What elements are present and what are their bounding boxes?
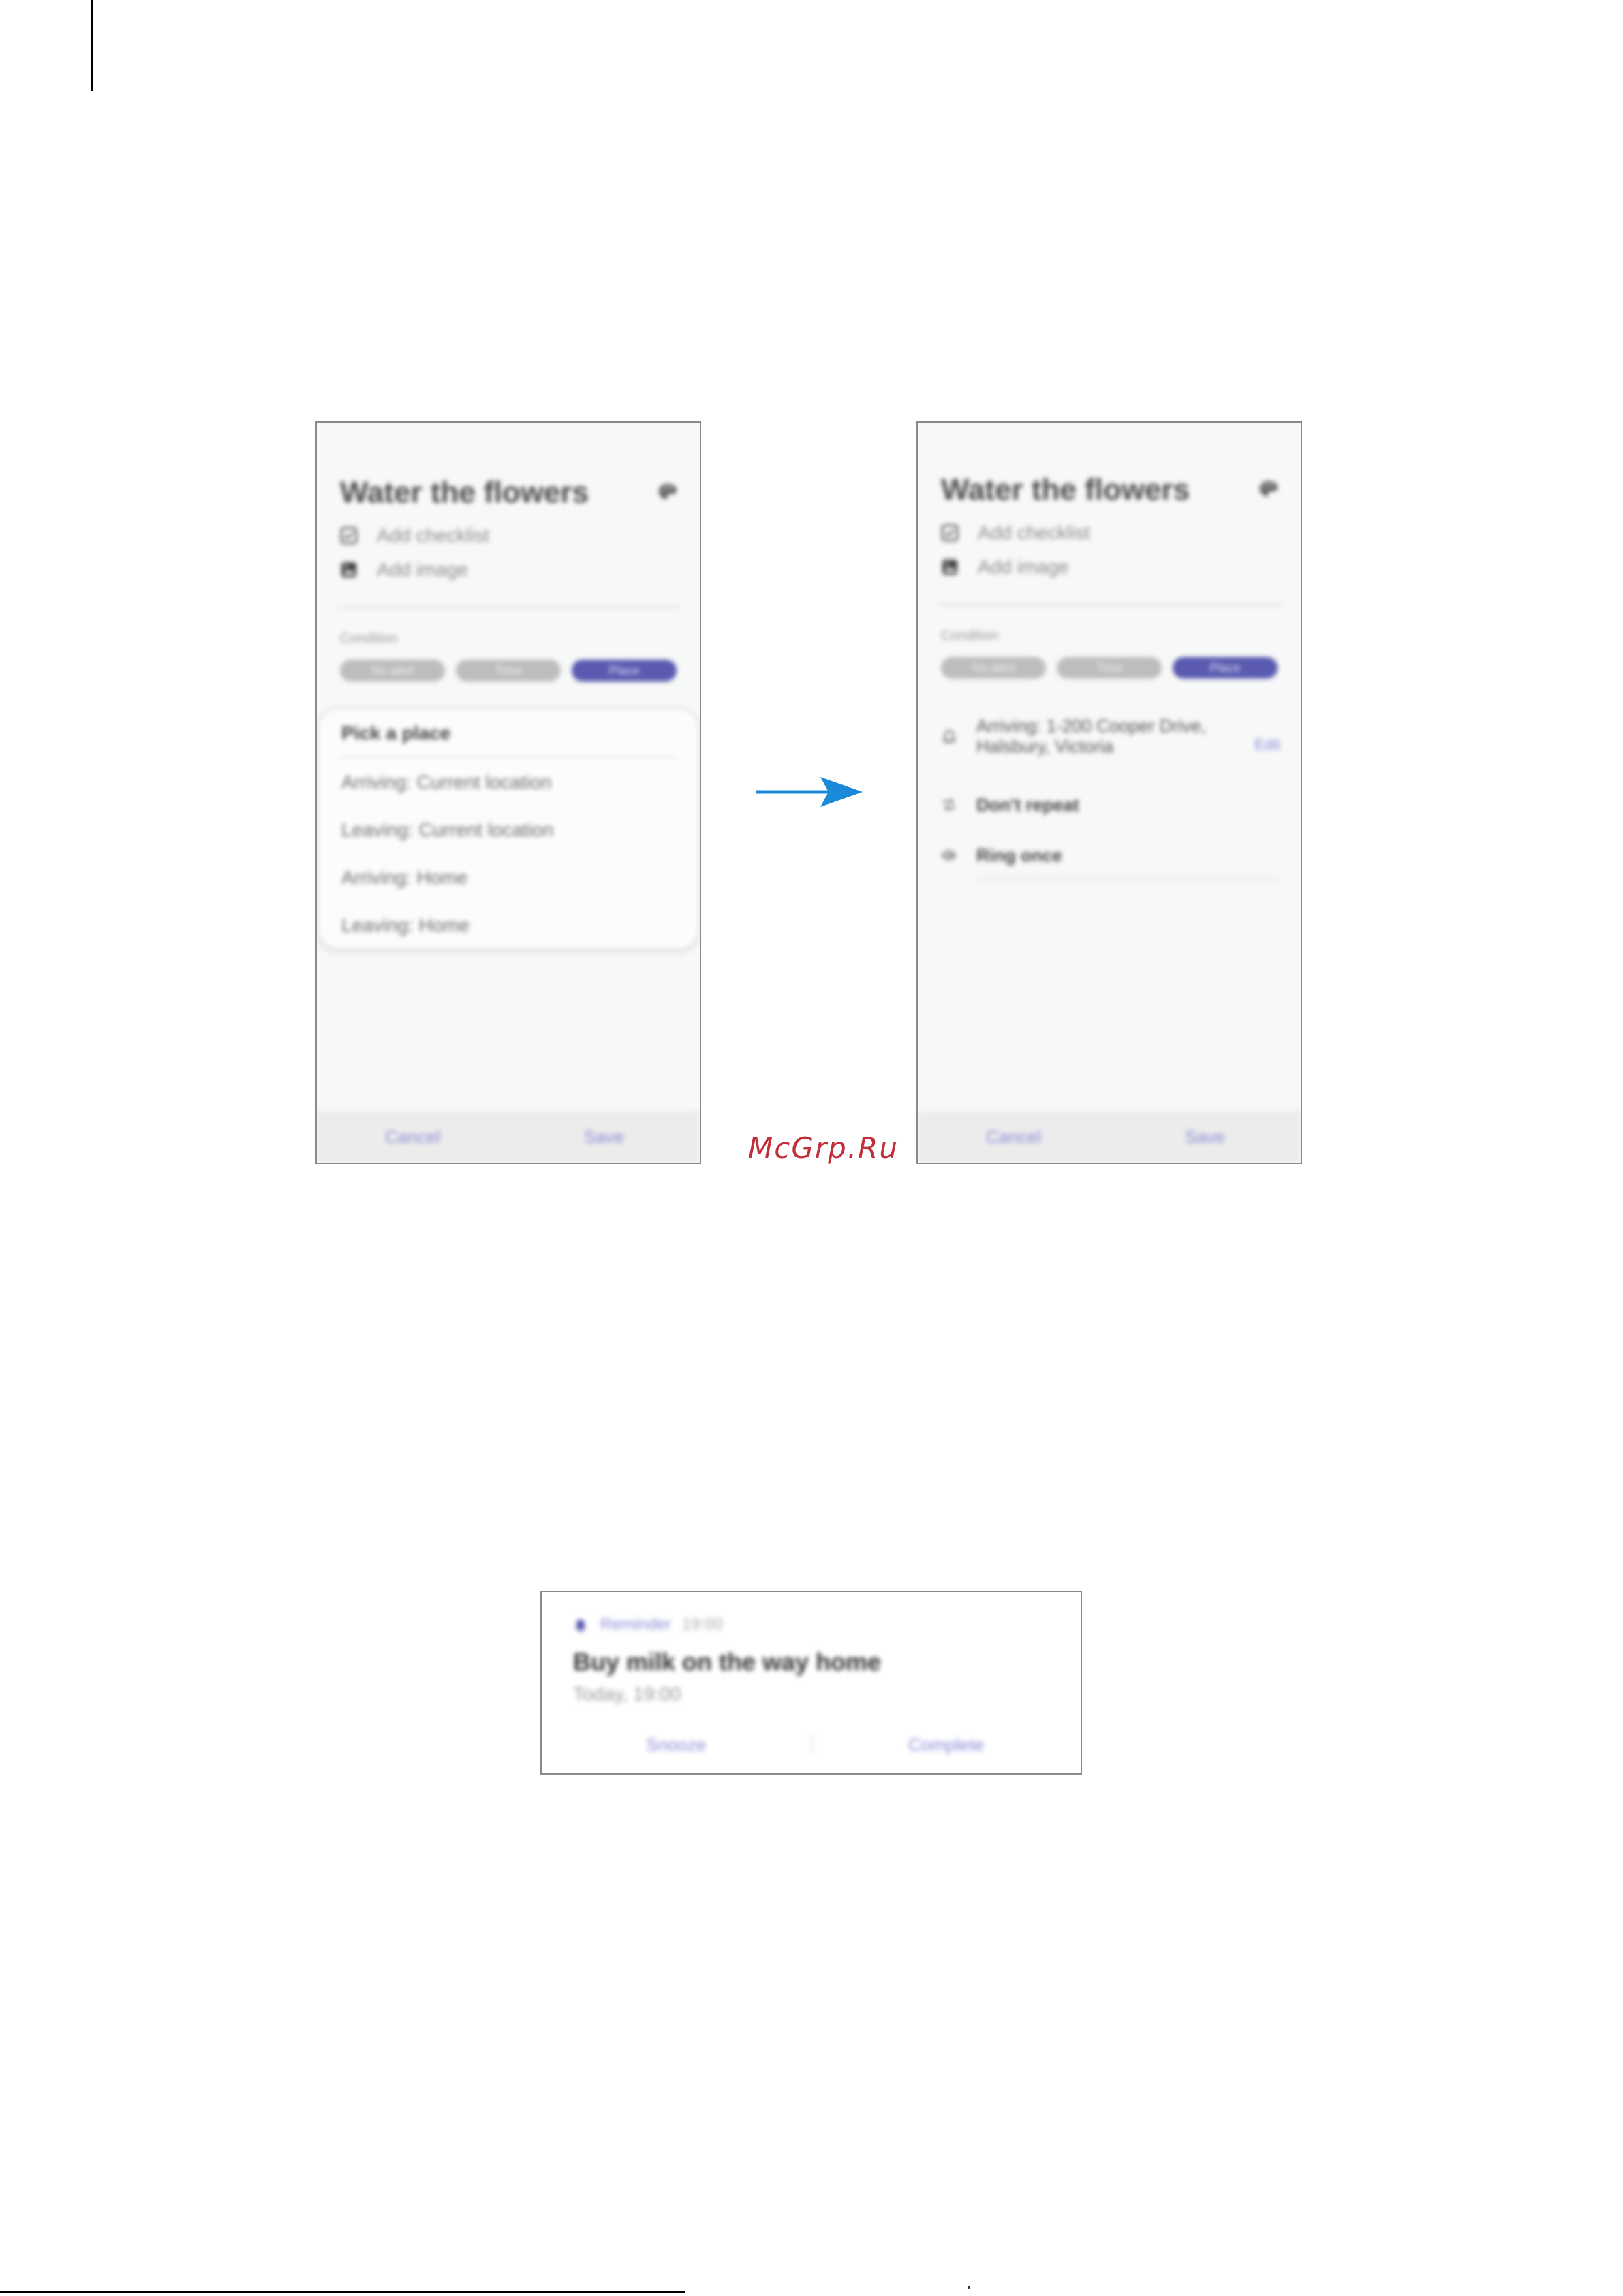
cancel-button[interactable]: Cancel — [918, 1111, 1109, 1163]
add-checklist-option[interactable]: Add checklist — [941, 519, 1090, 547]
condition-label: Condition — [941, 628, 999, 643]
edit-location-link[interactable]: Edit — [1254, 736, 1280, 754]
sound-row[interactable]: Ring once — [941, 845, 1280, 866]
condition-no-alert[interactable]: No alert — [941, 657, 1046, 679]
detail-divider — [975, 878, 1280, 879]
dotted-divider — [938, 604, 1280, 606]
repeat-row[interactable]: Don't repeat — [941, 795, 1280, 815]
notification-title: Buy milk on the way home — [573, 1648, 882, 1676]
reminder-notification[interactable]: Reminder 19:00 Buy milk on the way home … — [540, 1591, 1082, 1775]
image-icon — [942, 560, 957, 575]
notification-time: 19:00 — [682, 1615, 724, 1634]
speaker-icon — [942, 848, 955, 862]
add-image-label: Add image — [978, 556, 1069, 577]
page-margin-rule — [91, 0, 93, 91]
add-image-option[interactable]: Add image — [941, 553, 1069, 581]
condition-time[interactable]: Time — [456, 660, 561, 682]
notification-actions: Snooze Complete — [542, 1731, 1081, 1758]
condition-place[interactable]: Place — [572, 660, 677, 682]
add-image-label: Add image — [377, 559, 468, 580]
notification-app-name: Reminder — [600, 1615, 672, 1634]
page-bottom-rule — [0, 2291, 685, 2293]
checkbox-icon — [941, 524, 959, 542]
image-icon — [341, 562, 356, 577]
right-phone-screen: Water the flowers Add checklist Add imag… — [916, 421, 1302, 1164]
location-row[interactable]: Arriving: 1-200 Cooper Drive, Halsbury, … — [941, 716, 1226, 756]
reminder-title[interactable]: Water the flowers — [340, 476, 589, 510]
dotted-divider — [337, 607, 679, 609]
dropdown-divider — [339, 756, 678, 758]
condition-selector: No alert Time Place — [941, 657, 1278, 680]
left-footer-bar: Cancel Save — [317, 1111, 700, 1163]
right-footer-bar: Cancel Save — [918, 1111, 1301, 1163]
palette-icon[interactable] — [1258, 480, 1279, 498]
transition-arrow-icon — [756, 777, 863, 807]
save-button[interactable]: Save — [1109, 1111, 1301, 1163]
cancel-button[interactable]: Cancel — [317, 1111, 508, 1163]
add-checklist-option[interactable]: Add checklist — [340, 522, 489, 549]
add-image-option[interactable]: Add image — [340, 556, 468, 583]
location-text: Arriving: 1-200 Cooper Drive, Halsbury, … — [976, 716, 1206, 756]
condition-label: Condition — [340, 631, 398, 646]
place-dropdown: Pick a place Arriving: Current location … — [317, 707, 700, 950]
dropdown-item-leaving-home[interactable]: Leaving: Home — [341, 915, 469, 936]
watermark-text: McGrp.Ru — [748, 1131, 899, 1165]
dropdown-item-arriving-current[interactable]: Arriving: Current location — [341, 771, 551, 793]
dropdown-item-arriving-home[interactable]: Arriving: Home — [341, 867, 467, 889]
page-mark — [968, 2286, 970, 2289]
condition-time[interactable]: Time — [1057, 657, 1162, 679]
condition-place[interactable]: Place — [1173, 657, 1278, 679]
left-phone-screen: Water the flowers Add checklist Add imag… — [315, 421, 701, 1164]
add-checklist-label: Add checklist — [377, 525, 489, 546]
dropdown-item-pick-place[interactable]: Pick a place — [341, 722, 450, 744]
repeat-icon — [944, 799, 955, 811]
complete-button[interactable]: Complete — [812, 1731, 1081, 1758]
checkbox-icon — [340, 527, 358, 545]
save-button[interactable]: Save — [508, 1111, 700, 1163]
condition-selector: No alert Time Place — [340, 660, 677, 683]
sound-text: Ring once — [976, 845, 1062, 866]
reminder-title[interactable]: Water the flowers — [941, 473, 1190, 507]
add-checklist-label: Add checklist — [978, 522, 1090, 543]
notification-subtitle: Today, 19:00 — [573, 1683, 681, 1704]
bell-icon — [942, 729, 957, 743]
notification-header: Reminder 19:00 — [573, 1615, 723, 1634]
condition-no-alert[interactable]: No alert — [340, 660, 445, 682]
palette-icon[interactable] — [658, 483, 678, 500]
repeat-text: Don't repeat — [976, 795, 1079, 815]
snooze-button[interactable]: Snooze — [542, 1731, 811, 1758]
bell-icon — [575, 1619, 586, 1632]
dropdown-item-leaving-current[interactable]: Leaving: Current location — [341, 819, 553, 841]
